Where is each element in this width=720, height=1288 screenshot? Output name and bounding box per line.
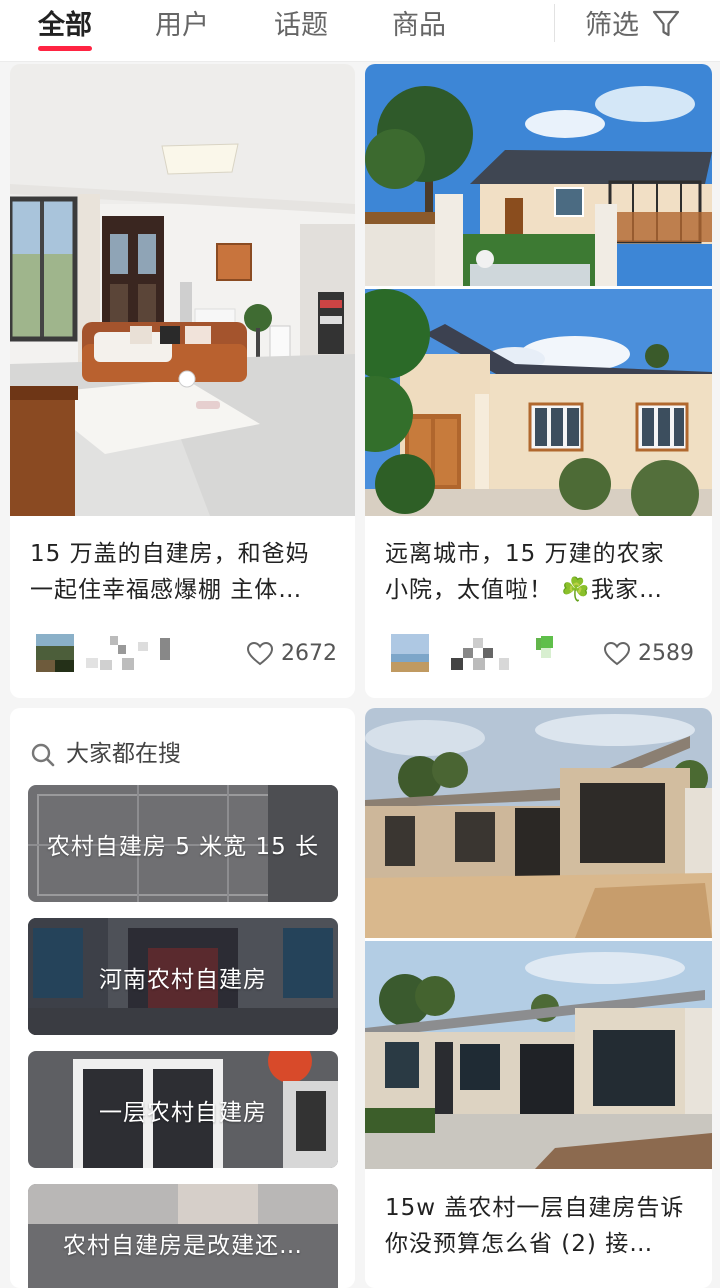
suggestion-text: 河南农村自建房: [99, 966, 267, 993]
tab-all[interactable]: 全部: [38, 6, 92, 46]
like-count: 2589: [638, 641, 694, 666]
funnel-icon[interactable]: [652, 9, 680, 39]
badge-icon: [541, 636, 553, 658]
note-title-line-1: 远离城市，15 万建的农家: [385, 541, 665, 567]
active-tab-indicator: [38, 46, 92, 51]
tab-topics[interactable]: 话题: [274, 6, 328, 46]
avatar[interactable]: [36, 634, 74, 672]
note-card-3[interactable]: 15w 盖农村一层自建房告诉 你没预算怎么省 (2) 接…: [365, 708, 712, 1288]
suggestion-item[interactable]: 农村自建房 5 米宽 15 长: [28, 785, 338, 902]
search-icon: [31, 743, 55, 767]
note-cover-image: [10, 64, 355, 516]
suggestion-item[interactable]: 一层农村自建房: [28, 1051, 338, 1168]
note-card-1[interactable]: 15 万盖的自建房，和爸妈 一起住幸福感爆棚 主体… 2672: [10, 64, 355, 698]
suggestion-text: 农村自建房 5 米宽 15 长: [46, 833, 320, 860]
author-name[interactable]: [441, 636, 541, 672]
note-title-line-1: 15 万盖的自建房，和爸妈: [30, 541, 310, 567]
suggestion-heading-text: 大家都在搜: [66, 741, 181, 767]
note-cover-image: [365, 708, 712, 1169]
note-title-line-2: 你没预算怎么省 (2) 接…: [385, 1231, 654, 1257]
avatar[interactable]: [391, 634, 429, 672]
heart-outline-icon: [247, 642, 273, 666]
note-cover-image: [365, 64, 712, 516]
like-button[interactable]: 2672: [247, 634, 337, 674]
search-result-tab-bar: 全部 用户 话题 商品 筛选: [0, 0, 720, 62]
suggestion-item[interactable]: 农村自建房是改建还…: [28, 1184, 338, 1288]
like-count: 2672: [281, 641, 337, 666]
search-suggestion-card: 大家都在搜 农村自建房 5 米宽 15 长 河南农村自建房 一层农村自建房 农村…: [10, 708, 355, 1288]
note-title[interactable]: 远离城市，15 万建的农家 小院，太值啦！ ☘️我家…: [385, 536, 694, 608]
note-card-2[interactable]: 远离城市，15 万建的农家 小院，太值啦！ ☘️我家… 2589: [365, 64, 712, 698]
note-title[interactable]: 15w 盖农村一层自建房告诉 你没预算怎么省 (2) 接…: [385, 1190, 694, 1262]
tab-users[interactable]: 用户: [155, 6, 209, 46]
filter-button[interactable]: 筛选: [585, 6, 639, 46]
tab-products[interactable]: 商品: [392, 6, 446, 46]
heart-outline-icon: [604, 642, 630, 666]
note-title-line-2: 一起住幸福感爆棚 主体…: [30, 577, 303, 603]
author-name[interactable]: [86, 636, 186, 672]
note-meta: 2672: [36, 634, 337, 674]
note-title[interactable]: 15 万盖的自建房，和爸妈 一起住幸福感爆棚 主体…: [30, 536, 337, 608]
tab-divider: [554, 4, 555, 42]
like-button[interactable]: 2589: [604, 634, 694, 674]
note-title-line-1: 15w 盖农村一层自建房告诉: [385, 1195, 685, 1221]
suggestion-text: 农村自建房是改建还…: [63, 1232, 303, 1259]
suggestion-text: 一层农村自建房: [99, 1099, 267, 1126]
note-title-line-2: 小院，太值啦！ ☘️我家…: [385, 577, 663, 603]
suggestion-item[interactable]: 河南农村自建房: [28, 918, 338, 1035]
note-meta: 2589: [391, 634, 694, 674]
